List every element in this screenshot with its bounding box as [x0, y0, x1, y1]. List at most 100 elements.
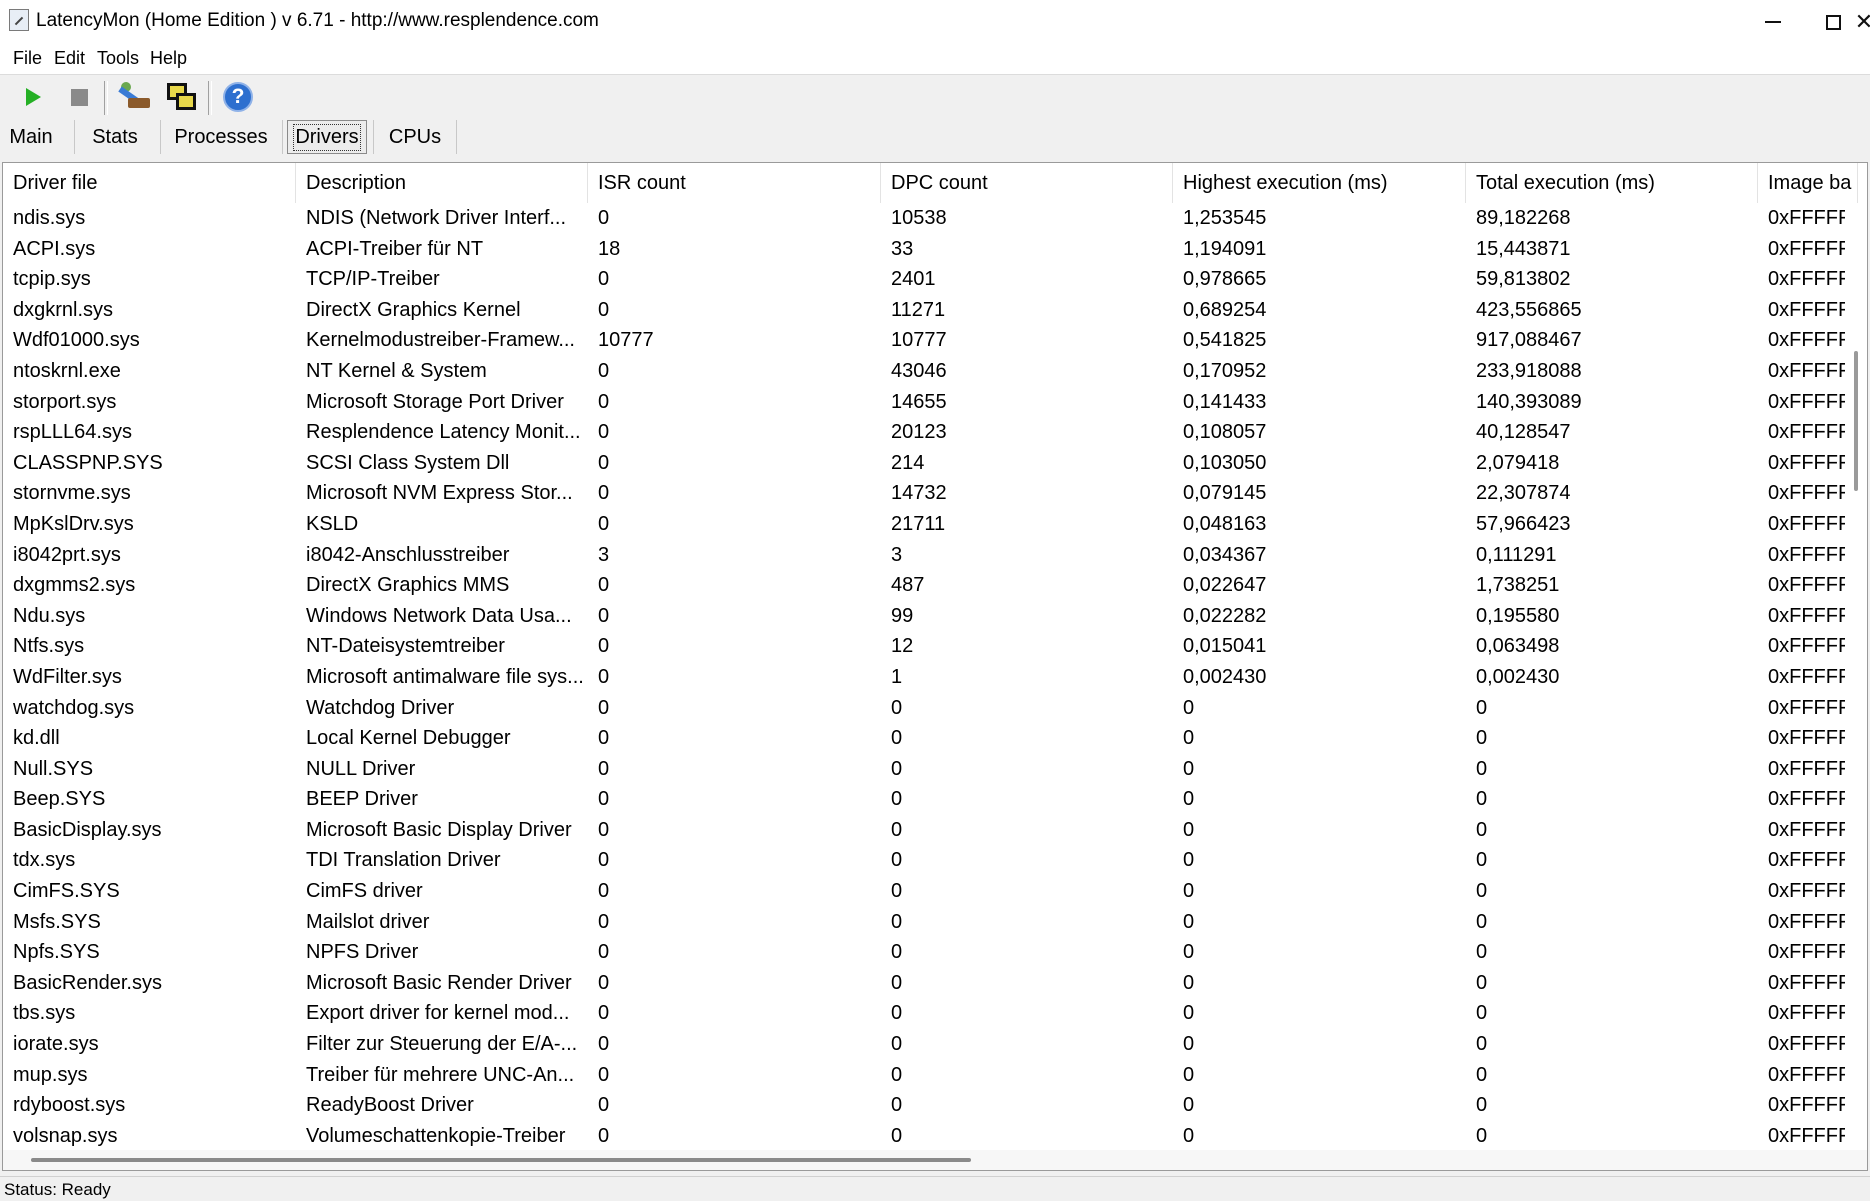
description-cell: Microsoft Basic Render Driver — [306, 971, 572, 994]
horizontal-scrollbar[interactable] — [3, 1150, 1867, 1170]
vertical-scroll-thumb[interactable] — [1854, 351, 1858, 491]
drivers-list[interactable]: Driver file Description ISR count DPC co… — [2, 162, 1868, 1171]
tools-button[interactable] — [116, 79, 152, 115]
dpc-count-cell: 0 — [891, 1033, 903, 1056]
highest-execution-cell: 0,689254 — [1183, 298, 1267, 321]
table-row[interactable]: Beep.SYS BEEP Driver 0 0 0 0 0xFFFFF8 — [3, 784, 1867, 815]
table-row[interactable]: BasicDisplay.sys Microsoft Basic Display … — [3, 815, 1867, 846]
highest-execution-cell: 0,002430 — [1183, 665, 1267, 688]
table-row[interactable]: ndis.sys NDIS (Network Driver Interf... 0 1… — [3, 203, 1867, 234]
table-row[interactable]: MpKslDrv.sys KSLD 0 21711 0,048163 57,966423 0… — [3, 509, 1867, 540]
menu-edit[interactable]: Edit — [54, 48, 85, 69]
table-row[interactable]: rdyboost.sys ReadyBoost Driver 0 0 0 0 0xFFFFF… — [3, 1090, 1867, 1121]
menu-help[interactable]: Help — [150, 48, 187, 69]
isr-count-cell: 0 — [598, 910, 610, 933]
tab-drivers[interactable]: Drivers — [287, 120, 367, 154]
vertical-scrollbar[interactable] — [1845, 203, 1867, 1153]
help-button[interactable]: ? — [220, 79, 256, 115]
start-button[interactable] — [15, 79, 51, 115]
isr-count-cell: 0 — [598, 696, 610, 719]
driver-file-cell: kd.dll — [13, 727, 60, 750]
table-row[interactable]: CimFS.SYS CimFS driver 0 0 0 0 0xFFFFF8 — [3, 876, 1867, 907]
highest-execution-cell: 0,541825 — [1183, 329, 1267, 352]
table-row[interactable]: volsnap.sys Volumeschattenkopie-Treiber 0 0… — [3, 1121, 1867, 1152]
highest-execution-cell: 0 — [1183, 1063, 1195, 1086]
stop-icon — [70, 88, 88, 106]
isr-count-cell: 0 — [598, 818, 610, 841]
table-row[interactable]: watchdog.sys Watchdog Driver 0 0 0 0 0xFFFFF8 — [3, 693, 1867, 724]
image-base-cell: 0xFFFFF8 — [1768, 941, 1858, 964]
table-row[interactable]: iorate.sys Filter zur Steuerung der E/A-.… — [3, 1029, 1867, 1060]
table-row[interactable]: stornvme.sys Microsoft NVM Express Stor..… — [3, 478, 1867, 509]
close-button[interactable]: ✕ — [1854, 0, 1870, 44]
table-row[interactable]: Null.SYS NULL Driver 0 0 0 0 0xFFFFF8 — [3, 754, 1867, 785]
tab-main[interactable]: Main — [2, 120, 60, 154]
tab-processes[interactable]: Processes — [170, 120, 272, 154]
dpc-count-cell: 214 — [891, 451, 925, 474]
column-header-driver-file[interactable]: Driver file — [3, 163, 296, 203]
image-base-cell: 0xFFFFF8 — [1768, 604, 1858, 627]
table-row[interactable]: dxgkrnl.sys DirectX Graphics Kernel 0 11271… — [3, 295, 1867, 326]
table-row[interactable]: Npfs.SYS NPFS Driver 0 0 0 0 0xFFFFF8 — [3, 937, 1867, 968]
image-base-cell: 0xFFFFF8 — [1768, 298, 1858, 321]
column-header-isr-count[interactable]: ISR count — [588, 163, 881, 203]
tab-label: Main — [9, 125, 53, 148]
horizontal-scroll-thumb[interactable] — [31, 1158, 971, 1162]
stop-button[interactable] — [61, 79, 97, 115]
tab-cpus[interactable]: CPUs — [380, 120, 450, 154]
column-header-description[interactable]: Description — [296, 163, 588, 203]
table-row[interactable]: Msfs.SYS Mailslot driver 0 0 0 0 0xFFFFF8 — [3, 907, 1867, 938]
table-row[interactable]: Wdf01000.sys Kernelmodustreiber-Framew...… — [3, 325, 1867, 356]
close-icon: ✕ — [1854, 9, 1870, 34]
help-icon: ? — [223, 82, 253, 112]
highest-execution-cell: 0 — [1183, 727, 1195, 750]
column-header-highest-execution[interactable]: Highest execution (ms) — [1173, 163, 1466, 203]
table-row[interactable]: BasicRender.sys Microsoft Basic Render Dr… — [3, 968, 1867, 999]
table-row[interactable]: ntoskrnl.exe NT Kernel & System 0 43046 0,17… — [3, 356, 1867, 387]
table-row[interactable]: ACPI.sys ACPI-Treiber für NT 18 33 1,194091 1… — [3, 234, 1867, 265]
table-row[interactable]: i8042prt.sys i8042-Anschlusstreiber 3 3 0,03… — [3, 540, 1867, 571]
total-execution-cell: 423,556865 — [1476, 298, 1582, 321]
total-execution-cell: 0 — [1476, 1124, 1488, 1147]
driver-file-cell: Ntfs.sys — [13, 635, 85, 658]
table-row[interactable]: Ntfs.sys NT-Dateisystemtreiber 0 12 0,015041… — [3, 631, 1867, 662]
driver-file-cell: volsnap.sys — [13, 1124, 118, 1147]
tab-separator — [373, 120, 374, 154]
table-row[interactable]: Ndu.sys Windows Network Data Usa... 0 99 0,0… — [3, 601, 1867, 632]
dpc-count-cell: 33 — [891, 237, 914, 260]
isr-count-cell: 10777 — [598, 329, 654, 352]
table-row[interactable]: rspLLL64.sys Resplendence Latency Monit..… — [3, 417, 1867, 448]
tab-stats[interactable]: Stats — [84, 120, 146, 154]
isr-count-cell: 0 — [598, 268, 610, 291]
column-header-dpc-count[interactable]: DPC count — [881, 163, 1173, 203]
image-base-cell: 0xFFFFF8 — [1768, 665, 1858, 688]
image-base-cell: 0xFFFFF8 — [1768, 207, 1858, 229]
table-row[interactable]: tbs.sys Export driver for kernel mod... 0 0… — [3, 998, 1867, 1029]
image-base-cell: 0xFFFFF8 — [1768, 818, 1858, 841]
table-row[interactable]: WdFilter.sys Microsoft antimalware file s… — [3, 662, 1867, 693]
minimize-button[interactable] — [1740, 0, 1806, 44]
table-row[interactable]: tdx.sys TDI Translation Driver 0 0 0 0 0xFFFFF… — [3, 845, 1867, 876]
table-row[interactable]: dxgmms2.sys DirectX Graphics MMS 0 487 0,022… — [3, 570, 1867, 601]
table-row[interactable]: mup.sys Treiber für mehrere UNC-An... 0 0 0 0… — [3, 1060, 1867, 1091]
isr-count-cell: 0 — [598, 512, 610, 535]
table-row[interactable]: tcpip.sys TCP/IP-Treiber 0 2401 0,978665 59,8… — [3, 264, 1867, 295]
table-row[interactable]: CLASSPNP.SYS SCSI Class System Dll 0 214 0,1… — [3, 448, 1867, 479]
tab-label: Stats — [92, 125, 138, 148]
description-cell: Windows Network Data Usa... — [306, 604, 572, 627]
menu-file[interactable]: File — [13, 48, 42, 69]
windows-button[interactable] — [164, 79, 200, 115]
isr-count-cell: 0 — [598, 1063, 610, 1086]
menu-tools[interactable]: Tools — [97, 48, 139, 69]
table-row[interactable]: storport.sys Microsoft Storage Port Drive… — [3, 387, 1867, 418]
image-base-cell: 0xFFFFF8 — [1768, 421, 1858, 444]
driver-file-cell: Npfs.SYS — [13, 941, 100, 964]
dpc-count-cell: 11271 — [891, 298, 946, 321]
total-execution-cell: 233,918088 — [1476, 359, 1582, 382]
column-header-total-execution[interactable]: Total execution (ms) — [1466, 163, 1758, 203]
dpc-count-cell: 99 — [891, 604, 914, 627]
table-row[interactable]: kd.dll Local Kernel Debugger 0 0 0 0 0xFFFFF8 — [3, 723, 1867, 754]
isr-count-cell: 0 — [598, 1094, 610, 1117]
isr-count-cell: 0 — [598, 1033, 610, 1056]
column-header-image-base[interactable]: Image ba — [1758, 163, 1858, 203]
